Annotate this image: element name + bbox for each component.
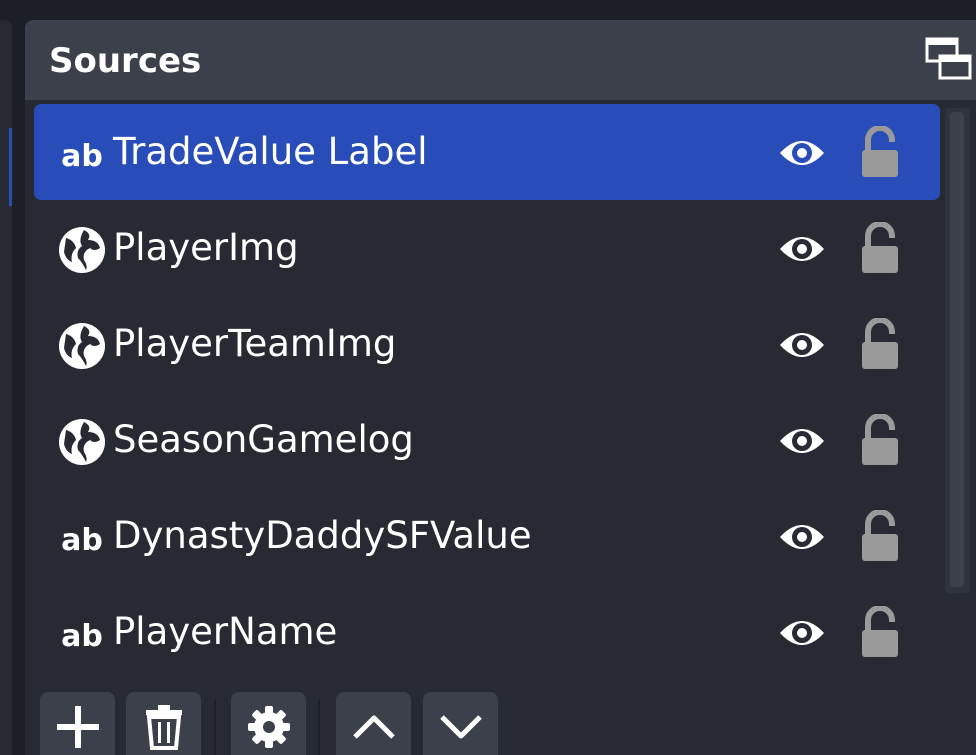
- add-source-button[interactable]: [40, 692, 115, 755]
- unlocked-padlock-icon[interactable]: [860, 509, 900, 562]
- globe-icon: [58, 226, 106, 274]
- eye-icon[interactable]: [778, 229, 826, 269]
- chevron-down-icon: [439, 715, 482, 739]
- source-name: SeasonGamelog: [113, 418, 414, 461]
- move-source-down-button[interactable]: [423, 692, 498, 755]
- source-row[interactable]: ab DynastyDaddySFValue: [34, 488, 940, 584]
- source-name: DynastyDaddySFValue: [113, 514, 532, 557]
- adjacent-selection-accent: [9, 128, 12, 206]
- sources-dock: Sources ab TradeValue Label PlayerImg Pl…: [25, 20, 976, 755]
- source-row[interactable]: ab TradeValue Label: [34, 104, 940, 200]
- source-properties-button[interactable]: [231, 692, 306, 755]
- dock-title: Sources: [49, 41, 202, 81]
- source-row[interactable]: PlayerTeamImg: [34, 296, 940, 392]
- svg-text:ab: ab: [61, 619, 103, 654]
- adjacent-dock-panel: [0, 20, 12, 755]
- toolbar-separator: [214, 700, 216, 755]
- source-row[interactable]: PlayerImg: [34, 200, 940, 296]
- source-name: PlayerImg: [113, 226, 299, 269]
- move-source-up-button[interactable]: [336, 692, 411, 755]
- unlocked-padlock-icon[interactable]: [860, 413, 900, 466]
- toolbar-separator: [318, 700, 320, 755]
- unlocked-padlock-icon[interactable]: [860, 317, 900, 370]
- source-name: PlayerName: [113, 610, 338, 653]
- text-ab-icon: ab: [58, 130, 106, 178]
- chevron-up-icon: [352, 715, 395, 739]
- unlocked-padlock-icon[interactable]: [860, 221, 900, 274]
- source-row[interactable]: SeasonGamelog: [34, 392, 940, 488]
- unlocked-padlock-icon[interactable]: [860, 605, 900, 658]
- source-name: TradeValue Label: [113, 130, 428, 173]
- eye-icon[interactable]: [778, 133, 826, 173]
- dock-header: Sources: [25, 20, 976, 100]
- svg-text:ab: ab: [61, 139, 103, 174]
- text-ab-icon: ab: [58, 514, 106, 562]
- eye-icon[interactable]: [778, 613, 826, 653]
- eye-icon[interactable]: [778, 517, 826, 557]
- plus-icon: [56, 706, 99, 748]
- sources-toolbar: [25, 692, 976, 755]
- source-row[interactable]: ab PlayerName: [34, 584, 940, 680]
- trash-icon: [145, 705, 182, 750]
- scrollbar-thumb[interactable]: [950, 112, 964, 587]
- gear-icon: [247, 706, 290, 748]
- text-ab-icon: ab: [58, 610, 106, 658]
- float-windows-icon[interactable]: [924, 36, 974, 82]
- unlocked-padlock-icon[interactable]: [860, 125, 900, 178]
- remove-source-button[interactable]: [126, 692, 201, 755]
- source-name: PlayerTeamImg: [113, 322, 397, 365]
- svg-text:ab: ab: [61, 523, 103, 558]
- globe-icon: [58, 322, 106, 370]
- eye-icon[interactable]: [778, 421, 826, 461]
- globe-icon: [58, 418, 106, 466]
- eye-icon[interactable]: [778, 325, 826, 365]
